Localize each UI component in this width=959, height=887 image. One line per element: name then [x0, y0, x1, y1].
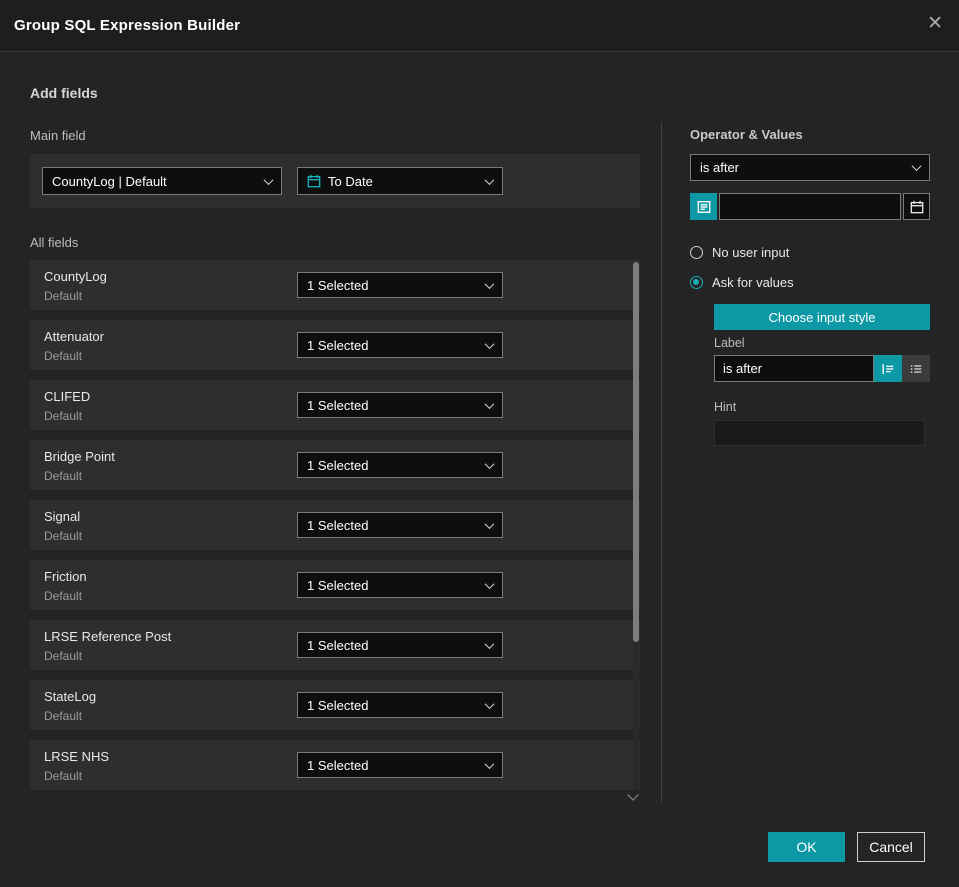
- chevron-down-icon: [484, 638, 495, 649]
- field-name: CLIFED: [44, 389, 91, 404]
- cancel-button[interactable]: Cancel: [857, 832, 925, 862]
- field-selection-select[interactable]: 1 Selected: [297, 452, 503, 478]
- hint-field-label: Hint: [714, 400, 737, 414]
- field-selection-value: 1 Selected: [307, 517, 369, 533]
- field-row: StateLog Default 1 Selected: [30, 680, 640, 730]
- field-row: Friction Default 1 Selected: [30, 560, 640, 610]
- date-picker-button[interactable]: [903, 193, 930, 220]
- date-type-select-value: To Date: [328, 173, 373, 189]
- field-name: CountyLog: [44, 269, 107, 284]
- field-selection-value: 1 Selected: [307, 277, 369, 293]
- field-selection-select[interactable]: 1 Selected: [297, 752, 503, 778]
- field-selection-select[interactable]: 1 Selected: [297, 572, 503, 598]
- field-selection-select[interactable]: 1 Selected: [297, 512, 503, 538]
- radio-circle-icon: [690, 246, 703, 259]
- chevron-down-icon: [911, 161, 922, 172]
- field-subtitle: Default: [44, 349, 83, 363]
- chevron-down-icon: [484, 698, 495, 709]
- chevron-down-icon: [484, 174, 495, 185]
- field-row: Bridge Point Default 1 Selected: [30, 440, 640, 490]
- label-input[interactable]: [714, 355, 874, 382]
- field-subtitle: Default: [44, 469, 83, 483]
- ok-button[interactable]: OK: [768, 832, 845, 862]
- choose-input-style-button[interactable]: Choose input style: [714, 304, 930, 330]
- vertical-divider: [661, 122, 662, 802]
- list-lines-icon: [697, 200, 711, 214]
- main-field-label: Main field: [30, 128, 86, 143]
- chevron-down-icon: [484, 758, 495, 769]
- chevron-down-icon: [263, 174, 274, 185]
- field-row: LRSE Reference Post Default 1 Selected: [30, 620, 640, 670]
- radio-ask-for-values-label: Ask for values: [712, 275, 794, 290]
- bullet-list-icon: [909, 362, 923, 376]
- radio-no-user-input-label: No user input: [712, 245, 790, 260]
- field-subtitle: Default: [44, 649, 83, 663]
- chevron-down-icon: [484, 518, 495, 529]
- fields-list-scrollbar[interactable]: [633, 262, 639, 790]
- radio-no-user-input[interactable]: No user input: [690, 245, 789, 260]
- field-row: LRSE NHS Default 1 Selected: [30, 740, 640, 790]
- field-selection-select[interactable]: 1 Selected: [297, 272, 503, 298]
- hint-input[interactable]: [714, 420, 925, 446]
- chevron-down-icon: [484, 458, 495, 469]
- field-subtitle: Default: [44, 769, 83, 783]
- chevron-down-icon: [484, 578, 495, 589]
- field-name: LRSE NHS: [44, 749, 110, 764]
- field-selection-select[interactable]: 1 Selected: [297, 632, 503, 658]
- field-name: Bridge Point: [44, 449, 115, 464]
- input-style-text-button[interactable]: [874, 355, 902, 382]
- radio-selected-icon: [690, 276, 703, 289]
- radio-ask-for-values[interactable]: Ask for values: [690, 275, 794, 290]
- field-row: Attenuator Default 1 Selected: [30, 320, 640, 370]
- all-fields-list: CountyLog Default 1 Selected Attenuator …: [30, 260, 640, 800]
- field-subtitle: Default: [44, 529, 83, 543]
- close-icon[interactable]: ✕: [927, 14, 943, 33]
- chevron-down-icon: [484, 338, 495, 349]
- field-selection-value: 1 Selected: [307, 757, 369, 773]
- field-name: Friction: [44, 569, 87, 584]
- main-field-select-value: CountyLog | Default: [52, 173, 167, 189]
- dialog-header: Group SQL Expression Builder ✕: [0, 0, 959, 52]
- field-selection-value: 1 Selected: [307, 637, 369, 653]
- value-input[interactable]: [719, 193, 901, 220]
- field-row: Signal Default 1 Selected: [30, 500, 640, 550]
- main-field-panel: CountyLog | Default To Date: [30, 154, 640, 208]
- scrollbar-thumb[interactable]: [633, 262, 639, 642]
- dialog-title: Group SQL Expression Builder: [14, 17, 241, 34]
- field-selection-value: 1 Selected: [307, 397, 369, 413]
- value-list-button[interactable]: [690, 193, 717, 220]
- field-selection-value: 1 Selected: [307, 577, 369, 593]
- field-subtitle: Default: [44, 289, 83, 303]
- all-fields-label: All fields: [30, 235, 79, 250]
- chevron-down-icon: [484, 278, 495, 289]
- main-field-select[interactable]: CountyLog | Default: [42, 167, 282, 195]
- date-type-select[interactable]: To Date: [297, 167, 503, 195]
- field-selection-value: 1 Selected: [307, 457, 369, 473]
- field-name: LRSE Reference Post: [44, 629, 172, 644]
- field-name: Signal: [44, 509, 81, 524]
- label-field-label: Label: [714, 336, 745, 350]
- field-selection-select[interactable]: 1 Selected: [297, 392, 503, 418]
- field-name: StateLog: [44, 689, 97, 704]
- field-subtitle: Default: [44, 709, 83, 723]
- calendar-icon: [910, 200, 924, 214]
- input-style-list-button[interactable]: [902, 355, 930, 382]
- field-selection-select[interactable]: 1 Selected: [297, 692, 503, 718]
- field-name: Attenuator: [44, 329, 104, 344]
- calendar-icon: [307, 174, 321, 188]
- field-row: CLIFED Default 1 Selected: [30, 380, 640, 430]
- chevron-down-icon: [484, 398, 495, 409]
- add-fields-heading: Add fields: [30, 85, 98, 101]
- field-subtitle: Default: [44, 589, 83, 603]
- field-subtitle: Default: [44, 409, 83, 423]
- align-left-icon: [881, 362, 895, 376]
- operator-select-value: is after: [700, 160, 740, 175]
- field-selection-select[interactable]: 1 Selected: [297, 332, 503, 358]
- field-selection-value: 1 Selected: [307, 697, 369, 713]
- operator-select[interactable]: is after: [690, 154, 930, 181]
- operator-values-heading: Operator & Values: [690, 127, 803, 142]
- field-row: CountyLog Default 1 Selected: [30, 260, 640, 310]
- field-selection-value: 1 Selected: [307, 337, 369, 353]
